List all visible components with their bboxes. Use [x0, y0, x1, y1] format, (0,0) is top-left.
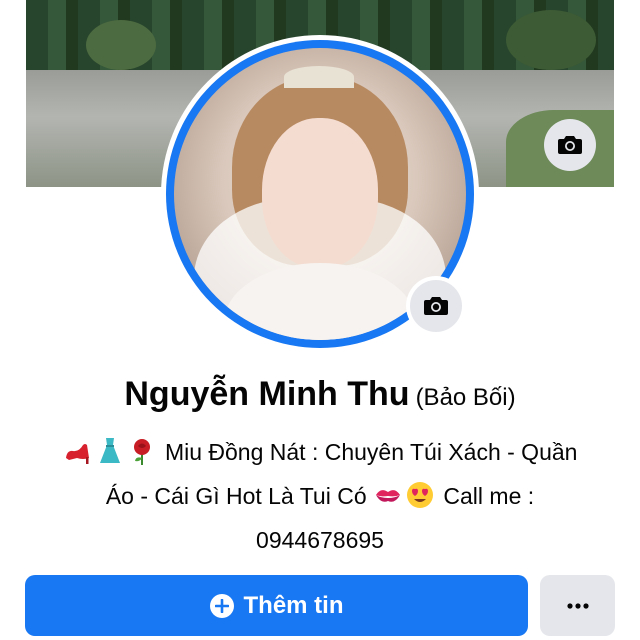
- heart-eyes-icon: [407, 482, 434, 508]
- profile-alternate-name: (Bảo Bối): [415, 384, 516, 411]
- camera-icon: [558, 136, 582, 154]
- more-options-button[interactable]: [540, 575, 615, 636]
- plus-circle-icon: [209, 593, 234, 618]
- bio-text-1: Miu Đồng Nát : Chuyên Túi Xách - Quần: [164, 439, 578, 465]
- cover-bush: [86, 20, 156, 70]
- camera-icon: [424, 297, 448, 315]
- add-story-button[interactable]: Thêm tin: [25, 575, 528, 636]
- add-story-label: Thêm tin: [243, 591, 344, 619]
- cover-bush: [506, 10, 596, 70]
- bio-line-2: Áo - Cái Gì Hot Là Tui Có Call me :: [20, 474, 620, 518]
- cover-photo-camera-button[interactable]: [544, 119, 596, 171]
- bio-text-2b: Call me :: [443, 483, 535, 509]
- bio-phone: 0944678695: [256, 527, 384, 553]
- profile-bio: Miu Đồng Nát : Chuyên Túi Xách - Quần Áo…: [20, 430, 620, 562]
- ellipsis-icon: [566, 602, 589, 609]
- avatar-face: [262, 118, 378, 268]
- bio-text-2a: Áo - Cái Gì Hot Là Tui Có: [105, 483, 367, 509]
- avatar-camera-button[interactable]: [410, 280, 462, 332]
- avatar-tiara: [284, 66, 354, 88]
- kiss-mark-icon: [376, 490, 401, 502]
- rose-icon: [133, 439, 150, 465]
- high-heel-icon: [65, 444, 89, 464]
- bio-line-1: Miu Đồng Nát : Chuyên Túi Xách - Quần: [20, 430, 620, 474]
- profile-name-row: Nguyễn Minh Thu (Bảo Bối): [0, 375, 640, 414]
- dress-icon: [99, 438, 120, 463]
- profile-name: Nguyễn Minh Thu: [124, 375, 410, 413]
- bio-line-3: 0944678695: [20, 518, 620, 562]
